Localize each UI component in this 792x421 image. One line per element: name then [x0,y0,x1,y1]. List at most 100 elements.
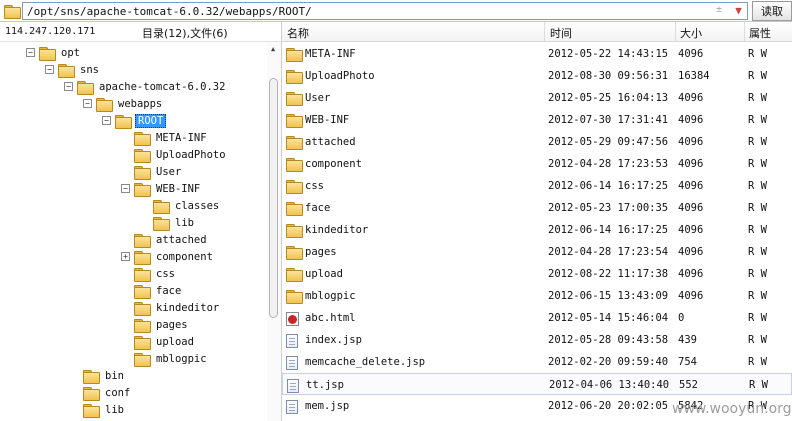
tree-item-label[interactable]: META-INF [154,132,209,144]
file-row[interactable]: tt.jsp 2012-04-06 13:40:40 552 R W [282,373,792,395]
file-row[interactable]: pages 2012-04-28 17:23:54 4096 R W [282,241,792,263]
tree-item-label[interactable]: classes [173,200,221,212]
file-name[interactable]: tt.jsp [306,379,344,391]
tree-item-label[interactable]: lib [103,404,126,416]
file-row[interactable]: META-INF 2012-05-22 14:43:15 4096 R W [282,43,792,65]
file-row[interactable]: User 2012-05-25 16:04:13 4096 R W [282,87,792,109]
tree-item-label[interactable]: opt [59,47,82,59]
file-row[interactable]: face 2012-05-23 17:00:35 4096 R W [282,197,792,219]
column-divider[interactable] [744,22,745,42]
tree-item[interactable]: bin [83,367,126,384]
tree-item[interactable]: + component [121,248,215,265]
tree-item-label[interactable]: component [154,251,215,263]
file-time: 2012-06-14 16:17:25 [548,224,669,236]
file-name[interactable]: upload [305,268,343,280]
folder-icon [286,70,303,84]
tree-item-label[interactable]: webapps [116,98,164,110]
column-divider[interactable] [544,22,545,42]
file-name[interactable]: abc.html [305,312,356,324]
tree-item[interactable]: css [121,265,177,282]
file-name[interactable]: memcache_delete.jsp [305,356,425,368]
file-name[interactable]: User [305,92,330,104]
file-row[interactable]: abc.html 2012-05-14 15:46:04 0 R W [282,307,792,329]
tree-item[interactable]: − webapps [83,95,164,112]
tree-item[interactable]: lib [83,401,126,418]
tree-item[interactable]: attached [121,231,209,248]
tree-item[interactable]: pages [121,316,190,333]
tree-item[interactable]: classes [140,197,221,214]
tree-item[interactable]: − WEB-INF [121,180,202,197]
tree-item-label[interactable]: upload [154,336,196,348]
tree-item-label[interactable]: face [154,285,183,297]
path-input[interactable] [22,2,748,20]
file-name[interactable]: face [305,202,330,214]
tree-item-label[interactable]: css [154,268,177,280]
tree-item-label[interactable]: kindeditor [154,302,221,314]
tree-item[interactable]: User [121,163,183,180]
tree-item-label[interactable]: conf [103,387,132,399]
tree-item-label[interactable]: WEB-INF [154,183,202,195]
file-name[interactable]: UploadPhoto [305,70,375,82]
tree-item[interactable]: − ROOT [102,112,167,129]
column-time[interactable]: 时间 [550,25,572,41]
file-row[interactable]: WEB-INF 2012-07-30 17:31:41 4096 R W [282,109,792,131]
file-name[interactable]: kindeditor [305,224,368,236]
tree-item-label[interactable]: mblogpic [154,353,209,365]
tree-item-label[interactable]: lib [173,217,196,229]
collapse-icon[interactable]: − [64,82,73,91]
tree-item-label[interactable]: User [154,166,183,178]
file-row[interactable]: attached 2012-05-29 09:47:56 4096 R W [282,131,792,153]
tree-item[interactable]: upload [121,333,196,350]
column-attr[interactable]: 属性 [749,25,771,41]
file-name[interactable]: css [305,180,324,192]
column-divider[interactable] [675,22,676,42]
chevron-down-icon[interactable]: ▼ [731,3,746,18]
file-name[interactable]: attached [305,136,356,148]
file-row[interactable]: component 2012-04-28 17:23:53 4096 R W [282,153,792,175]
scroll-up-icon[interactable]: ▲ [271,45,275,53]
tree-item[interactable]: − apache-tomcat-6.0.32 [64,78,227,95]
column-name[interactable]: 名称 [287,25,309,41]
file-name[interactable]: META-INF [305,48,356,60]
expand-icon[interactable]: + [121,252,130,261]
tree-item-label[interactable]: attached [154,234,209,246]
file-name[interactable]: index.jsp [305,334,362,346]
tree-item-label[interactable]: apache-tomcat-6.0.32 [97,81,227,93]
file-row[interactable]: UploadPhoto 2012-08-30 09:56:31 16384 R W [282,65,792,87]
column-size[interactable]: 大小 [680,25,702,41]
tree-item[interactable]: − sns [45,61,101,78]
file-row[interactable]: css 2012-06-14 16:17:25 4096 R W [282,175,792,197]
tree-item[interactable]: kindeditor [121,299,221,316]
file-row[interactable]: kindeditor 2012-06-14 16:17:25 4096 R W [282,219,792,241]
tree-item[interactable]: conf [83,384,132,401]
tree-item[interactable]: mblogpic [121,350,209,367]
tree-item-label[interactable]: UploadPhoto [154,149,228,161]
file-row[interactable]: upload 2012-08-22 11:17:38 4096 R W [282,263,792,285]
tree-item[interactable]: UploadPhoto [121,146,228,163]
collapse-icon[interactable]: − [83,99,92,108]
tree-scrollbar[interactable]: ▲ [267,42,281,421]
read-button[interactable]: 读取 [752,1,792,21]
file-row[interactable]: mblogpic 2012-06-15 13:43:09 4096 R W [282,285,792,307]
file-name[interactable]: component [305,158,362,170]
tree-item[interactable]: face [121,282,183,299]
tree-item-label[interactable]: ROOT [135,113,167,128]
tree-item[interactable]: lib [140,214,196,231]
tree-item-label[interactable]: sns [78,64,101,76]
file-name[interactable]: WEB-INF [305,114,349,126]
file-row[interactable]: memcache_delete.jsp 2012-02-20 09:59:40 75… [282,351,792,373]
collapse-icon[interactable]: − [45,65,54,74]
collapse-icon[interactable]: − [102,116,111,125]
tree-item[interactable]: − opt [26,44,82,61]
file-name[interactable]: mblogpic [305,290,356,302]
collapse-icon[interactable]: − [121,184,130,193]
file-row[interactable]: index.jsp 2012-05-28 09:43:58 439 R W [282,329,792,351]
collapse-icon[interactable]: − [26,48,35,57]
scrollbar-thumb[interactable] [269,78,278,318]
tree-item[interactable]: META-INF [121,129,209,146]
star-icon[interactable]: ± [716,4,722,15]
tree-item-label[interactable]: pages [154,319,190,331]
file-name[interactable]: mem.jsp [305,400,349,412]
tree-item-label[interactable]: bin [103,370,126,382]
file-name[interactable]: pages [305,246,337,258]
